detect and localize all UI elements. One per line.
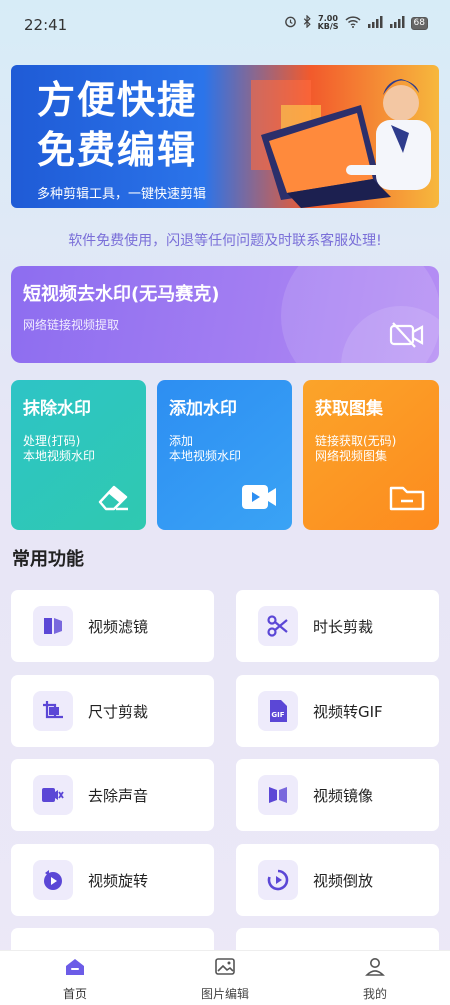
signal-icon	[367, 15, 383, 31]
erase-watermark-card[interactable]: 抹除水印 处理(打码) 本地视频水印	[11, 380, 146, 530]
home-icon	[66, 959, 84, 975]
add-watermark-card[interactable]: 添加水印 添加 本地视频水印	[157, 380, 292, 530]
feature-label: 尺寸剪裁	[88, 702, 149, 721]
section-title: 常用功能	[12, 549, 84, 570]
feature-label: 视频滤镜	[88, 617, 149, 636]
promo-banner[interactable]: 方便快捷 免费编辑 多种剪辑工具，一键快速剪辑	[11, 65, 439, 208]
nav-profile[interactable]: 我的	[315, 957, 435, 1002]
nav-home[interactable]: 首页	[15, 957, 135, 1002]
speed-unit: KB/S	[317, 22, 339, 31]
feature-duration-trim[interactable]: 时长剪裁	[236, 590, 439, 662]
mirror-icon	[258, 775, 298, 815]
video-off-icon	[389, 322, 424, 348]
feature-remove-audio[interactable]: 去除声音	[11, 759, 214, 831]
gif-icon: GIF	[258, 691, 298, 731]
nav-label: 图片编辑	[200, 987, 249, 1001]
banner-title: 方便快捷 免费编辑	[37, 75, 197, 175]
video-camera-icon	[242, 485, 276, 509]
feature-video-mirror[interactable]: 视频镜像	[236, 759, 439, 831]
filter-icon	[33, 606, 73, 646]
banner-illustration	[251, 79, 431, 208]
feature-video-rotate[interactable]: 视频旋转	[11, 844, 214, 916]
notice-text: 软件免费使用，闪退等任何问题及时联系客服处理!	[68, 233, 382, 249]
card-title: 抹除水印	[23, 399, 91, 419]
feature-size-crop[interactable]: 尺寸剪裁	[11, 675, 214, 747]
get-gallery-card[interactable]: 获取图集 链接获取(无码) 网络视频图集	[303, 380, 439, 530]
card-title: 获取图集	[315, 399, 383, 419]
nav-label: 我的	[362, 987, 387, 1001]
banner-subtitle: 多种剪辑工具，一键快速剪辑	[37, 187, 207, 202]
mute-icon	[33, 775, 73, 815]
feature-video-reverse[interactable]: 视频倒放	[236, 844, 439, 916]
feature-label: 时长剪裁	[313, 617, 374, 636]
signal-icon-2	[389, 15, 405, 31]
image-edit-icon	[215, 958, 235, 975]
feature-label: 视频旋转	[88, 871, 149, 890]
feature-label: 去除声音	[88, 786, 149, 805]
nav-label: 首页	[62, 987, 87, 1001]
status-time: 22:41	[24, 16, 68, 34]
feature-video-filter[interactable]: 视频滤镜	[11, 590, 214, 662]
scissors-icon	[258, 606, 298, 646]
banner-title-line1: 方便快捷	[37, 78, 198, 122]
wifi-icon	[345, 15, 361, 31]
feature-label: 视频转GIF	[313, 702, 383, 721]
feature-label: 视频倒放	[313, 871, 374, 890]
nav-image-edit[interactable]: 图片编辑	[165, 957, 285, 1002]
rotate-icon	[33, 860, 73, 900]
bottom-nav: 首页 图片编辑 我的	[0, 950, 450, 1005]
main-card-subtitle: 网络链接视频提取	[23, 318, 120, 332]
bluetooth-icon	[303, 14, 312, 31]
remove-watermark-link-card[interactable]: 短视频去水印(无马赛克) 网络链接视频提取	[11, 266, 439, 363]
svg-text:GIF: GIF	[271, 711, 284, 719]
card-line2: 网络视频图集	[315, 449, 388, 463]
eraser-icon	[98, 485, 128, 511]
folder-icon	[389, 486, 425, 511]
profile-icon	[365, 958, 385, 976]
feature-video-to-gif[interactable]: GIF 视频转GIF	[236, 675, 439, 747]
card-line2: 本地视频水印	[23, 449, 96, 463]
card-title: 添加水印	[169, 399, 237, 419]
alarm-icon	[284, 15, 297, 31]
battery-indicator: 68	[410, 16, 428, 30]
crop-icon	[33, 691, 73, 731]
network-speed: 7.00 KB/S	[318, 15, 339, 31]
card-line2: 本地视频水印	[169, 449, 242, 463]
status-bar: 22:41 7.00 KB/S 68	[0, 0, 450, 52]
status-icons: 7.00 KB/S 68	[284, 14, 428, 31]
feature-label: 视频镜像	[313, 786, 374, 805]
banner-title-line2: 免费编辑	[37, 128, 198, 172]
main-card-title: 短视频去水印(无马赛克)	[23, 284, 220, 305]
reverse-play-icon	[258, 860, 298, 900]
